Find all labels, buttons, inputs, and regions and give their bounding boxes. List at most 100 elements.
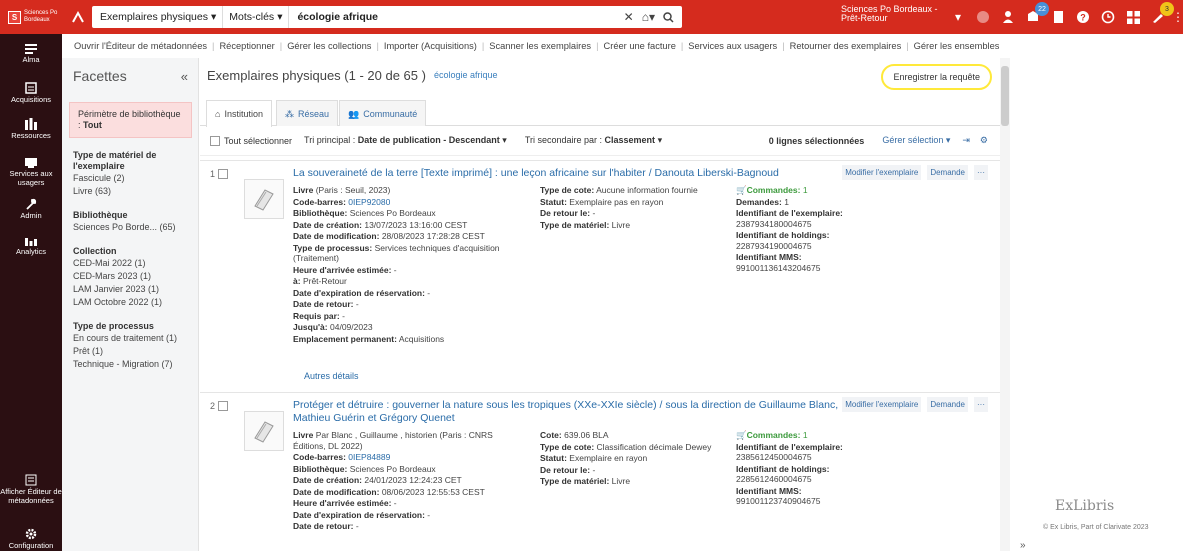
facet-group-title: Type de processus [73,321,154,331]
sort-primary-value: Date de publication - Descendant [357,135,500,145]
nav-label: Ressources [11,131,51,140]
facet-value[interactable]: CED-Mars 2023 (1) [73,270,188,283]
expand-panel-icon[interactable]: » [1020,540,1026,551]
more-actions-button[interactable]: ··· [974,165,988,180]
collapse-menu-icon[interactable] [66,0,90,34]
row-checkbox[interactable] [218,401,229,411]
quick-actions-bar: Ouvrir l'Éditeur de métadonnées | Récepti… [74,41,1000,51]
menu-open-metadata-editor[interactable]: Ouvrir l'Éditeur de métadonnées [74,41,207,51]
help-icon[interactable]: ? [1075,9,1091,25]
save-query-button[interactable]: Enregistrer la requête [881,64,992,90]
facet-value[interactable]: Livre (63) [73,185,188,198]
record-title-link[interactable]: La souveraineté de la terre [Texte impri… [293,167,853,180]
home-scope-icon[interactable]: ⌂▾ [642,10,655,24]
request-button[interactable]: Demande [927,165,968,180]
user-location-menu[interactable]: Sciences Po Bordeaux - Prêt-Retour [841,5,946,23]
book-icon [254,421,274,443]
facet-value[interactable]: En cours de traitement (1) [73,332,188,345]
more-options-icon[interactable]: ⋮ [1172,9,1183,25]
facets-panel: Facettes « Périmètre de bibliothèque : T… [62,58,199,551]
menu-scan-items[interactable]: Scanner les exemplaires [489,41,591,51]
barcode-link[interactable]: 0IEP92080 [348,197,390,207]
copyright-text: © Ex Libris, Part of Clarivate 2023 [1043,524,1149,531]
tasks-icon[interactable]: 22 [1025,2,1049,25]
logo-text: Sciences Po Bordeaux [24,10,58,23]
nav-acquisitions[interactable]: Acquisitions [0,82,62,105]
document-icon[interactable] [1050,9,1066,25]
barcode-link[interactable]: 0IEP84889 [348,452,390,462]
menu-receive[interactable]: Réceptionner [219,41,274,51]
chevron-down-icon[interactable]: ▾ [950,9,966,25]
search-input[interactable]: écologie afrique [289,11,623,23]
results-title: Exemplaires physiques (1 - 20 de 65 ) [207,67,426,83]
facet-value[interactable]: LAM Octobre 2022 (1) [73,296,188,309]
nav-analytics[interactable]: Analytics [0,236,62,257]
book-thumbnail [244,179,284,219]
request-button[interactable]: Demande [927,397,968,412]
clear-search-icon[interactable]: ✕ [624,10,634,24]
menu-return-items[interactable]: Retourner des exemplaires [790,41,902,51]
notifications-icon[interactable]: 3 [1150,2,1174,25]
institution-logo[interactable]: S Sciences Po Bordeaux [0,0,62,34]
tab-institution[interactable]: ⌂ Institution [206,100,272,127]
menu-manage-sets[interactable]: Gérer les ensembles [914,41,1000,51]
metadata-editor-icon [25,474,37,486]
history-icon[interactable] [1100,9,1116,25]
nav-label: Analytics [15,247,46,256]
nav-alma[interactable]: Alma [0,44,62,65]
search-type-label: Exemplaires physiques [100,11,208,23]
menu-icon [25,44,37,54]
manage-selection-dropdown[interactable]: Gérer sélection ▾ [882,135,950,146]
sort-secondary[interactable]: Tri secondaire par : Classement ▾ [525,135,662,146]
facet-value[interactable]: LAM Janvier 2023 (1) [73,283,188,296]
sort-primary[interactable]: Tri principal : Date de publication - De… [304,135,507,146]
top-icons: ▾ 22 ? 3 ⋮ [950,0,1183,34]
nav-metadata-editor[interactable]: Afficher Éditeur de métadonnées [0,474,62,505]
facet-group-collection: Collection CED-Mai 2022 (1) CED-Mars 202… [73,246,188,309]
search-type-select[interactable]: Exemplaires physiques ▾ [92,6,224,28]
apps-grid-icon[interactable] [1125,9,1141,25]
avatar[interactable] [975,9,991,25]
more-actions-button[interactable]: ··· [974,397,988,412]
record-details-col2: Type de cote: Aucune information fournie… [540,185,698,230]
facet-value[interactable]: CED-Mai 2022 (1) [73,257,188,270]
facet-value[interactable]: Prêt (1) [73,345,188,358]
svg-text:?: ? [1080,13,1086,23]
row-checkbox[interactable] [218,169,229,179]
search-field-select[interactable]: Mots-clés ▾ [223,6,290,28]
facet-value[interactable]: Fascicule (2) [73,172,188,185]
nav-configuration[interactable]: Configuration [0,528,62,551]
tasks-badge: 22 [1035,2,1049,16]
select-all-checkbox[interactable] [210,135,220,146]
tab-community[interactable]: 👥 Communauté [339,100,427,126]
nav-user-services[interactable]: Services aux usagers [0,158,62,187]
facet-group-process-type: Type de processus En cours de traitement… [73,321,188,371]
search-icon[interactable] [663,11,674,23]
book-thumbnail [244,411,284,451]
library-scope-filter[interactable]: Périmètre de bibliothèque : Tout [69,102,192,138]
result-record-1: 1 La souveraineté de la terre [Texte imp… [200,160,1000,386]
settings-gear-icon[interactable]: ⚙ [980,135,988,146]
menu-user-services[interactable]: Services aux usagers [688,41,777,51]
user-icon[interactable] [1000,9,1016,25]
edit-item-button[interactable]: Modifier l'exemplaire [842,165,922,180]
nav-resources[interactable]: Ressources [0,118,62,141]
scrollbar-thumb[interactable] [1001,66,1009,126]
tab-network[interactable]: ⁂ Réseau [276,100,339,126]
export-icon[interactable]: ⇥ [962,135,970,146]
manage-selection-label: Gérer sélection [882,135,944,145]
collapse-facets-button[interactable]: « [181,69,188,84]
more-details-link[interactable]: Autres détails [304,371,359,381]
results-scrollbar[interactable] [1000,58,1010,551]
community-icon: 👥 [348,109,360,119]
menu-create-invoice[interactable]: Créer une facture [604,41,676,51]
nav-label: Alma [22,55,40,64]
edit-item-button[interactable]: Modifier l'exemplaire [842,397,922,412]
facet-value[interactable]: Technique - Migration (7) [73,358,188,371]
results-toolbar: Tout sélectionner Tri principal : Date d… [200,126,1000,156]
menu-import[interactable]: Importer (Acquisitions) [384,41,477,51]
nav-admin[interactable]: Admin [0,198,62,221]
menu-manage-collections[interactable]: Gérer les collections [287,41,371,51]
record-title-link[interactable]: Protéger et détruire : gouverner la natu… [293,399,853,425]
facet-value[interactable]: Sciences Po Borde... (65) [73,221,188,234]
